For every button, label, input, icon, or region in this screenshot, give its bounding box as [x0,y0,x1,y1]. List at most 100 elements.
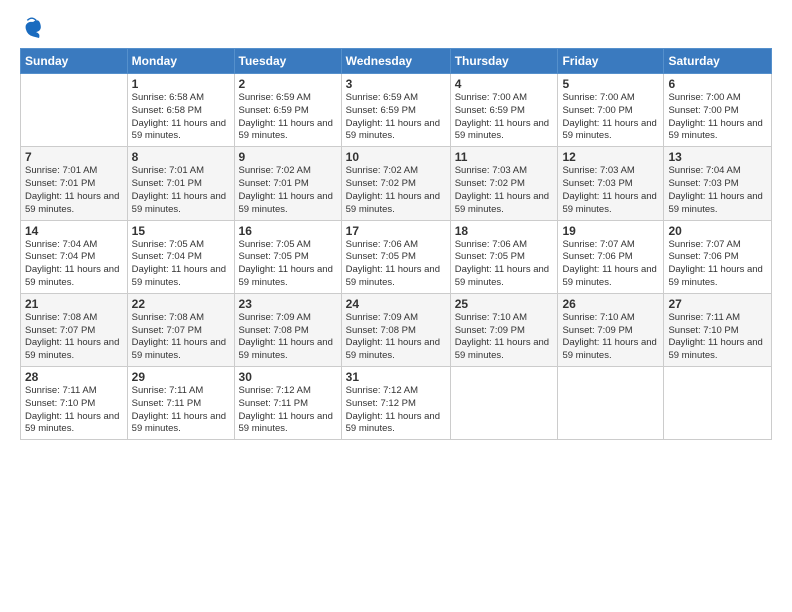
calendar-day-cell: 15Sunrise: 7:05 AMSunset: 7:04 PMDayligh… [127,220,234,293]
day-number: 29 [132,370,230,384]
calendar-table: SundayMondayTuesdayWednesdayThursdayFrid… [20,48,772,440]
calendar-day-cell: 11Sunrise: 7:03 AMSunset: 7:02 PMDayligh… [450,147,558,220]
day-info: Sunrise: 7:06 AMSunset: 7:05 PMDaylight:… [346,239,446,290]
day-info: Sunrise: 7:00 AMSunset: 7:00 PMDaylight:… [562,92,659,143]
day-info: Sunrise: 7:00 AMSunset: 6:59 PMDaylight:… [455,92,554,143]
day-info: Sunrise: 7:11 AMSunset: 7:10 PMDaylight:… [25,385,123,436]
calendar-day-cell: 21Sunrise: 7:08 AMSunset: 7:07 PMDayligh… [21,293,128,366]
calendar-day-cell: 14Sunrise: 7:04 AMSunset: 7:04 PMDayligh… [21,220,128,293]
weekday-header: Monday [127,49,234,74]
day-info: Sunrise: 7:08 AMSunset: 7:07 PMDaylight:… [132,312,230,363]
day-info: Sunrise: 7:09 AMSunset: 7:08 PMDaylight:… [346,312,446,363]
day-number: 18 [455,224,554,238]
page: SundayMondayTuesdayWednesdayThursdayFrid… [0,0,792,612]
calendar-day-cell: 12Sunrise: 7:03 AMSunset: 7:03 PMDayligh… [558,147,664,220]
day-info: Sunrise: 7:12 AMSunset: 7:12 PMDaylight:… [346,385,446,436]
calendar-day-cell: 16Sunrise: 7:05 AMSunset: 7:05 PMDayligh… [234,220,341,293]
calendar-day-cell: 13Sunrise: 7:04 AMSunset: 7:03 PMDayligh… [664,147,772,220]
calendar-day-cell: 27Sunrise: 7:11 AMSunset: 7:10 PMDayligh… [664,293,772,366]
calendar-day-cell: 23Sunrise: 7:09 AMSunset: 7:08 PMDayligh… [234,293,341,366]
day-number: 3 [346,77,446,91]
weekday-header: Sunday [21,49,128,74]
day-info: Sunrise: 7:03 AMSunset: 7:03 PMDaylight:… [562,165,659,216]
calendar-day-cell: 1Sunrise: 6:58 AMSunset: 6:58 PMDaylight… [127,74,234,147]
day-info: Sunrise: 7:09 AMSunset: 7:08 PMDaylight:… [239,312,337,363]
calendar-day-cell: 3Sunrise: 6:59 AMSunset: 6:59 PMDaylight… [341,74,450,147]
day-info: Sunrise: 7:04 AMSunset: 7:04 PMDaylight:… [25,239,123,290]
calendar-day-cell: 7Sunrise: 7:01 AMSunset: 7:01 PMDaylight… [21,147,128,220]
day-number: 1 [132,77,230,91]
day-info: Sunrise: 7:03 AMSunset: 7:02 PMDaylight:… [455,165,554,216]
calendar-day-cell: 17Sunrise: 7:06 AMSunset: 7:05 PMDayligh… [341,220,450,293]
calendar-day-cell [450,367,558,440]
calendar-day-cell [664,367,772,440]
day-number: 8 [132,150,230,164]
day-number: 24 [346,297,446,311]
day-number: 16 [239,224,337,238]
day-info: Sunrise: 6:59 AMSunset: 6:59 PMDaylight:… [346,92,446,143]
day-number: 22 [132,297,230,311]
day-info: Sunrise: 7:01 AMSunset: 7:01 PMDaylight:… [132,165,230,216]
day-number: 19 [562,224,659,238]
day-info: Sunrise: 7:02 AMSunset: 7:01 PMDaylight:… [239,165,337,216]
calendar-week-row: 21Sunrise: 7:08 AMSunset: 7:07 PMDayligh… [21,293,772,366]
calendar-day-cell: 30Sunrise: 7:12 AMSunset: 7:11 PMDayligh… [234,367,341,440]
calendar-day-cell: 22Sunrise: 7:08 AMSunset: 7:07 PMDayligh… [127,293,234,366]
weekday-header: Saturday [664,49,772,74]
weekday-header: Tuesday [234,49,341,74]
day-number: 2 [239,77,337,91]
weekday-header: Thursday [450,49,558,74]
header [20,16,772,38]
day-info: Sunrise: 7:00 AMSunset: 7:00 PMDaylight:… [668,92,767,143]
day-number: 10 [346,150,446,164]
day-info: Sunrise: 7:08 AMSunset: 7:07 PMDaylight:… [25,312,123,363]
day-number: 20 [668,224,767,238]
calendar-day-cell: 2Sunrise: 6:59 AMSunset: 6:59 PMDaylight… [234,74,341,147]
day-number: 26 [562,297,659,311]
calendar-day-cell: 20Sunrise: 7:07 AMSunset: 7:06 PMDayligh… [664,220,772,293]
calendar-day-cell: 28Sunrise: 7:11 AMSunset: 7:10 PMDayligh… [21,367,128,440]
day-number: 6 [668,77,767,91]
day-info: Sunrise: 7:10 AMSunset: 7:09 PMDaylight:… [455,312,554,363]
day-number: 23 [239,297,337,311]
calendar-day-cell: 26Sunrise: 7:10 AMSunset: 7:09 PMDayligh… [558,293,664,366]
day-info: Sunrise: 7:04 AMSunset: 7:03 PMDaylight:… [668,165,767,216]
logo [20,16,46,38]
calendar-day-cell: 5Sunrise: 7:00 AMSunset: 7:00 PMDaylight… [558,74,664,147]
weekday-header: Friday [558,49,664,74]
day-number: 31 [346,370,446,384]
day-number: 13 [668,150,767,164]
day-number: 7 [25,150,123,164]
day-info: Sunrise: 7:05 AMSunset: 7:04 PMDaylight:… [132,239,230,290]
logo-icon [20,16,42,38]
day-info: Sunrise: 7:12 AMSunset: 7:11 PMDaylight:… [239,385,337,436]
day-number: 5 [562,77,659,91]
calendar-day-cell: 24Sunrise: 7:09 AMSunset: 7:08 PMDayligh… [341,293,450,366]
weekday-header: Wednesday [341,49,450,74]
calendar-day-cell: 18Sunrise: 7:06 AMSunset: 7:05 PMDayligh… [450,220,558,293]
day-info: Sunrise: 7:02 AMSunset: 7:02 PMDaylight:… [346,165,446,216]
calendar-day-cell: 19Sunrise: 7:07 AMSunset: 7:06 PMDayligh… [558,220,664,293]
day-info: Sunrise: 6:58 AMSunset: 6:58 PMDaylight:… [132,92,230,143]
day-number: 9 [239,150,337,164]
day-number: 25 [455,297,554,311]
calendar-day-cell: 10Sunrise: 7:02 AMSunset: 7:02 PMDayligh… [341,147,450,220]
calendar-week-row: 14Sunrise: 7:04 AMSunset: 7:04 PMDayligh… [21,220,772,293]
day-number: 21 [25,297,123,311]
calendar-day-cell: 9Sunrise: 7:02 AMSunset: 7:01 PMDaylight… [234,147,341,220]
calendar-week-row: 28Sunrise: 7:11 AMSunset: 7:10 PMDayligh… [21,367,772,440]
calendar-day-cell: 6Sunrise: 7:00 AMSunset: 7:00 PMDaylight… [664,74,772,147]
day-info: Sunrise: 7:07 AMSunset: 7:06 PMDaylight:… [668,239,767,290]
day-info: Sunrise: 7:01 AMSunset: 7:01 PMDaylight:… [25,165,123,216]
day-info: Sunrise: 7:07 AMSunset: 7:06 PMDaylight:… [562,239,659,290]
calendar-header-row: SundayMondayTuesdayWednesdayThursdayFrid… [21,49,772,74]
day-info: Sunrise: 7:10 AMSunset: 7:09 PMDaylight:… [562,312,659,363]
day-info: Sunrise: 7:11 AMSunset: 7:11 PMDaylight:… [132,385,230,436]
day-number: 14 [25,224,123,238]
day-info: Sunrise: 7:06 AMSunset: 7:05 PMDaylight:… [455,239,554,290]
day-number: 17 [346,224,446,238]
day-number: 27 [668,297,767,311]
calendar-day-cell: 25Sunrise: 7:10 AMSunset: 7:09 PMDayligh… [450,293,558,366]
day-number: 30 [239,370,337,384]
calendar-day-cell: 31Sunrise: 7:12 AMSunset: 7:12 PMDayligh… [341,367,450,440]
